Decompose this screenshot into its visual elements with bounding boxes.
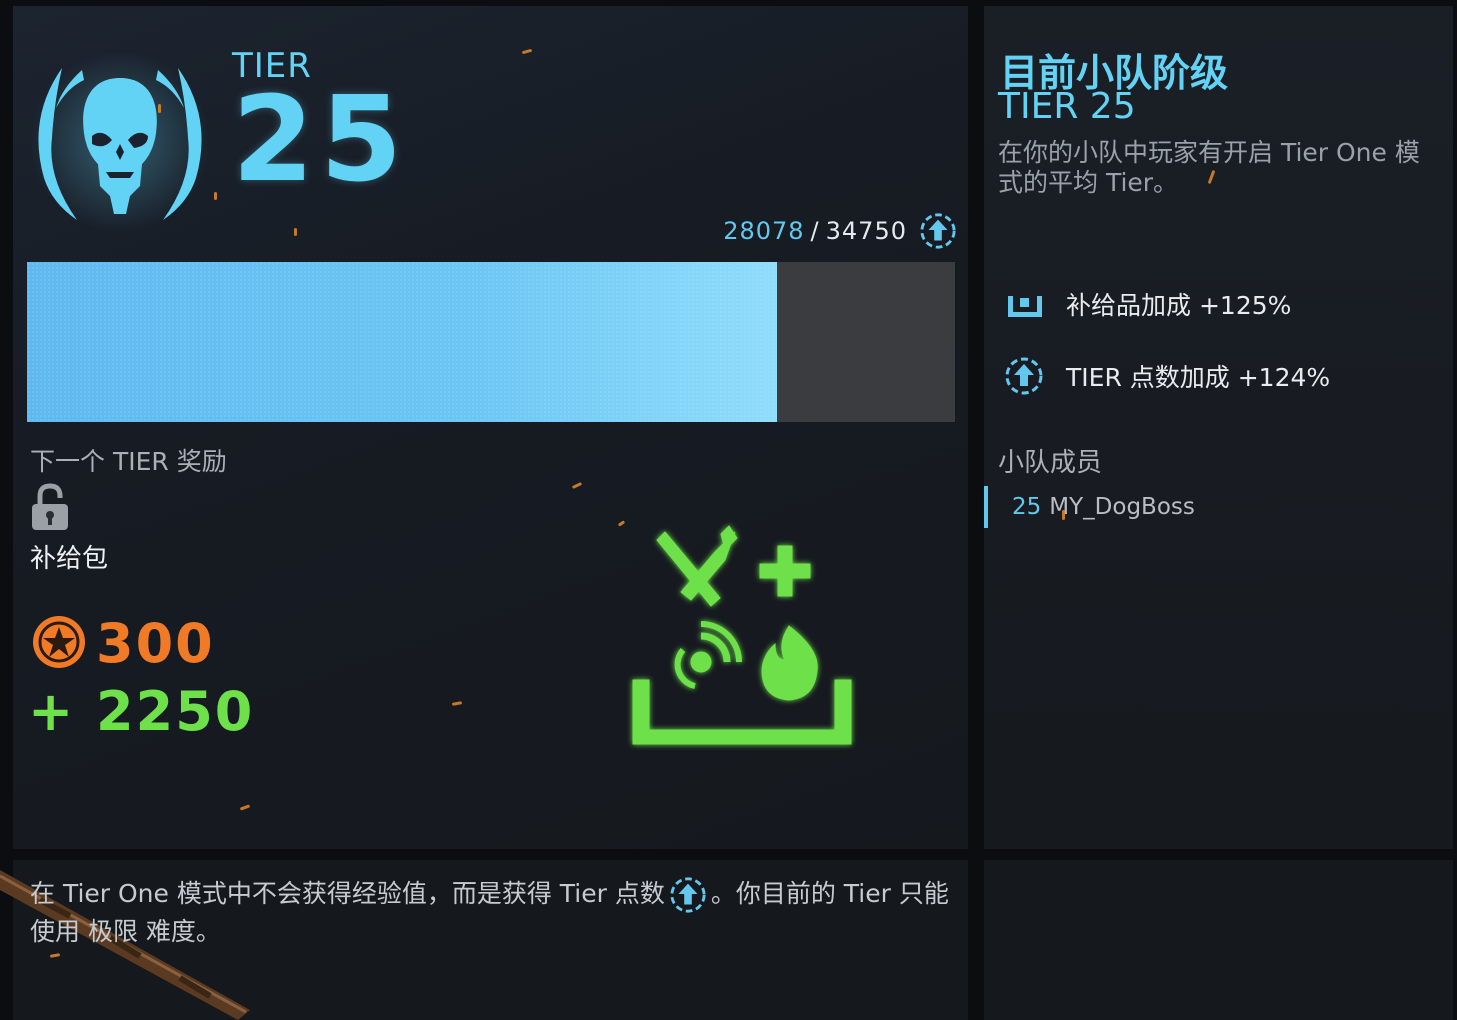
tier-points-bonus-value: +124% (1237, 363, 1331, 392)
tier-points-bonus-label: TIER 点数加成 (1066, 363, 1230, 392)
info-text-part-1: 在 Tier One 模式中不会获得经验值，而是获得 Tier 点数 (30, 879, 665, 908)
tier-points-current: 28078 (723, 217, 805, 245)
tier-points-icon (1005, 357, 1043, 395)
tier-number: 25 (232, 70, 409, 208)
squad-member-name: MY_DogBoss (1049, 494, 1195, 520)
empty-panel (984, 860, 1453, 1020)
currency-amount: 300 (96, 612, 215, 675)
squad-members-label: 小队成员 (998, 448, 1103, 478)
ember-spark (294, 228, 297, 236)
tier-points-icon (920, 213, 956, 249)
supply-bonus-row: 补给品加成 +125% (1004, 284, 1291, 324)
tier-progress-bar (27, 262, 955, 422)
supply-crate-icon (1008, 296, 1042, 317)
next-reward-label: 下一个 TIER 奖励 (30, 447, 227, 476)
squad-tier-description: 在你的小队中玩家有开启 Tier One 模式的平均 Tier。 (998, 138, 1420, 197)
skull-tier-emblem-icon (30, 52, 210, 232)
tier-points-icon (670, 877, 706, 913)
supply-bonus-value: +125% (1198, 291, 1292, 320)
tier-points-separator: / (810, 217, 820, 245)
bonus-amount: + 2250 (28, 680, 255, 743)
squad-member-tier: 25 (1012, 494, 1042, 520)
supply-pack-icon (632, 525, 852, 745)
ember-spark (1062, 510, 1065, 520)
reward-item-name: 补给包 (30, 544, 109, 574)
squad-member-row[interactable]: 25 MY_DogBoss (984, 486, 1195, 528)
tier-points-bonus-row: TIER 点数加成 +124% (1004, 356, 1330, 396)
tier-points-readout: 28078 / 34750 (723, 212, 957, 250)
lock-icon (32, 483, 68, 530)
tier-info-text: 在 Tier One 模式中不会获得经验值，而是获得 Tier 点数 。你目前的 … (30, 876, 955, 949)
squad-tier-value: TIER 25 (998, 86, 1136, 127)
supply-bonus-label: 补给品加成 (1066, 291, 1192, 320)
squad-tier-panel (984, 6, 1453, 849)
tier-progress-fill (27, 262, 777, 422)
ember-spark (158, 104, 161, 113)
ember-spark (214, 192, 217, 200)
tier-points-max: 34750 (825, 217, 907, 245)
currency-coin-icon (33, 616, 85, 668)
